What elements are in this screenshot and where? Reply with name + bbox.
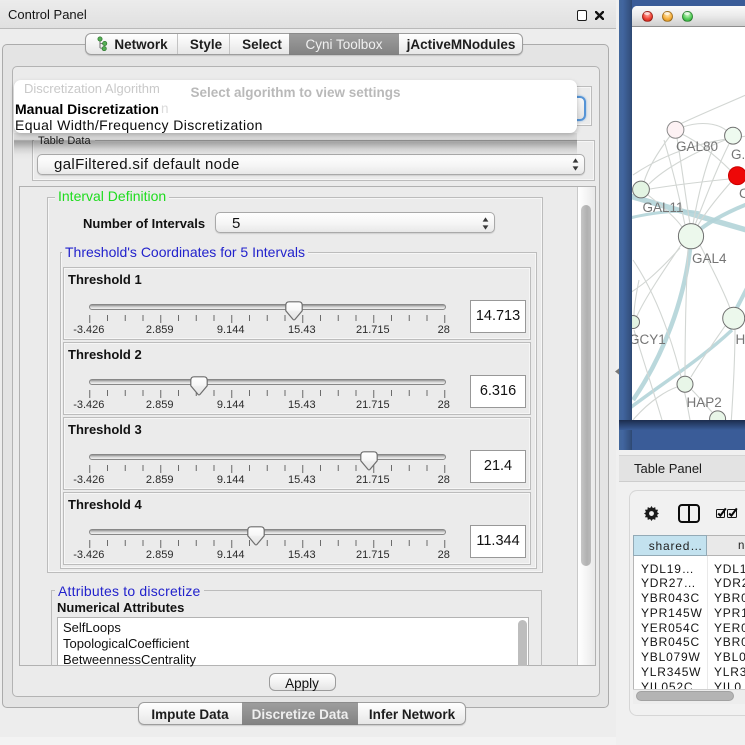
svg-text:G.: G. xyxy=(731,147,745,162)
svg-text:C: C xyxy=(739,186,745,201)
svg-text:GAL4: GAL4 xyxy=(692,251,727,266)
svg-text:GAL80: GAL80 xyxy=(676,139,718,154)
svg-text:GCY1: GCY1 xyxy=(632,332,666,347)
svg-text:H: H xyxy=(736,332,745,347)
svg-text:HAP2: HAP2 xyxy=(687,395,722,410)
svg-text:GAL11: GAL11 xyxy=(643,200,684,215)
